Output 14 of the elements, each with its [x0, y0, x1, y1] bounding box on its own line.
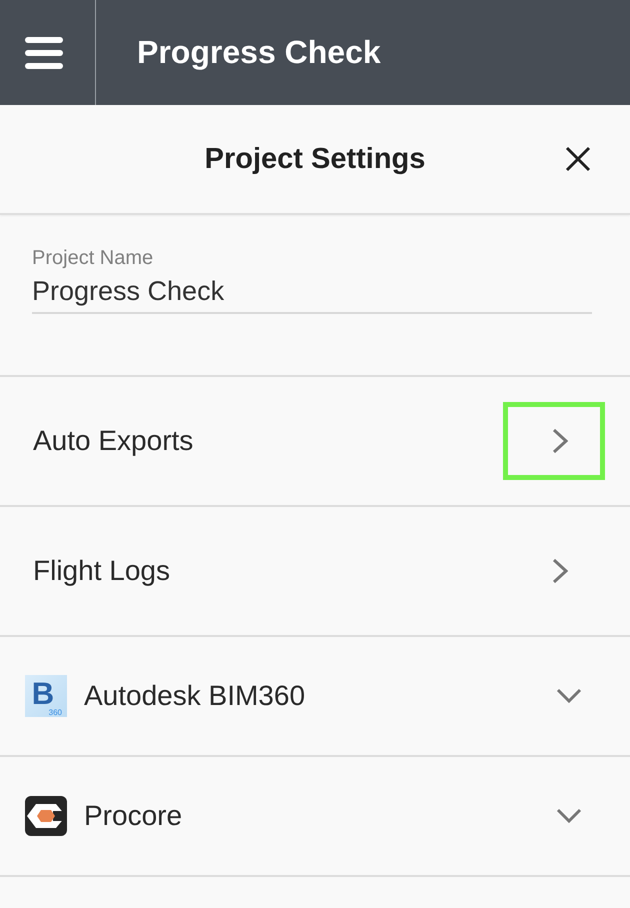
menu-icon[interactable]: [25, 36, 63, 68]
chevron-right-icon: [552, 428, 568, 454]
settings-row[interactable]: Auto Exports: [0, 377, 630, 507]
field-label: Project Name: [32, 246, 154, 270]
hexagon-logo-icon: [25, 796, 67, 836]
settings-row[interactable]: Flight Logs: [0, 507, 630, 637]
project-name-input[interactable]: Progress Check: [32, 270, 592, 314]
logo-letter: B: [32, 678, 54, 709]
chevron-right-icon: [552, 558, 568, 584]
logo-caption: 360: [48, 709, 62, 717]
panel-title: Project Settings: [204, 142, 426, 176]
close-icon[interactable]: [565, 146, 591, 172]
app-title: Progress Check: [137, 34, 381, 71]
integration-row[interactable]: Procore: [0, 757, 630, 877]
